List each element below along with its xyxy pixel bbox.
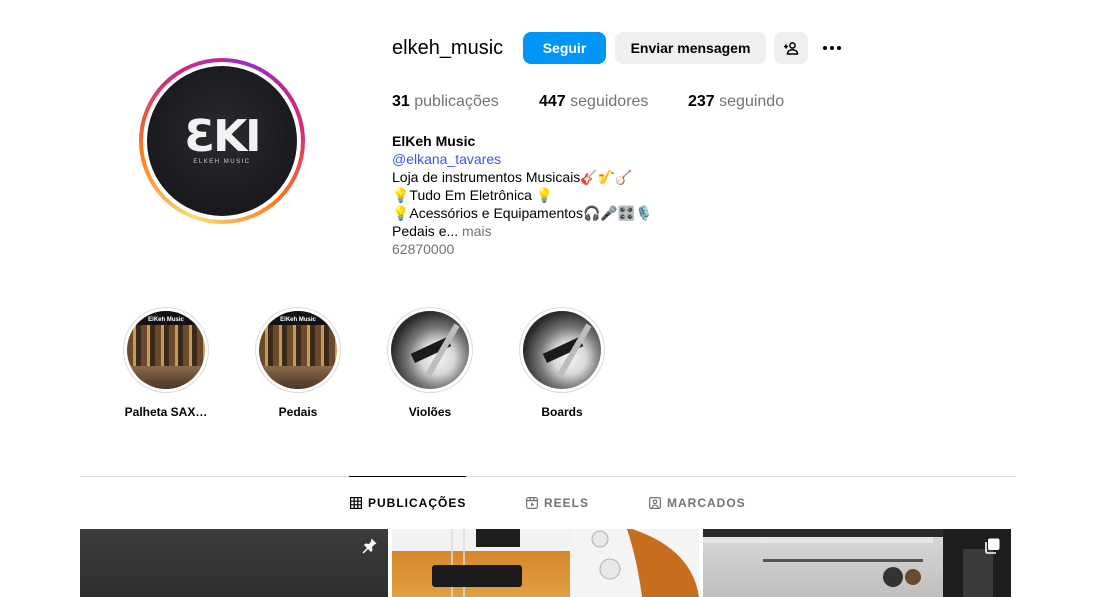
profile-username: elkeh_music — [392, 37, 504, 59]
followers-count: 447 — [539, 93, 566, 110]
profile-avatar-ring[interactable]: ƐKI ELKEH MUSIC — [139, 58, 305, 224]
post-thumbnail[interactable] — [703, 529, 1011, 597]
highlight-item[interactable]: ElKeh Music Palheta SAX… — [106, 307, 226, 419]
bio-name: ElKeh Music — [392, 133, 476, 149]
highlight-item[interactable]: Violões — [370, 307, 490, 419]
pin-icon — [362, 538, 377, 554]
highlight-store-sign: ElKeh Music — [148, 317, 184, 323]
suggested-users-button[interactable] — [774, 32, 808, 64]
highlight-ring — [387, 307, 473, 393]
more-options-icon[interactable] — [820, 38, 844, 58]
posts-stat: 31 publicações — [392, 93, 499, 111]
posts-count: 31 — [392, 93, 410, 110]
highlight-ring: ElKeh Music — [255, 307, 341, 393]
bass-guitar-photo — [392, 529, 699, 597]
avatar-gap: ƐKI ELKEH MUSIC — [143, 62, 301, 220]
avatar: ƐKI ELKEH MUSIC — [147, 66, 297, 216]
highlight-label: Palheta SAX… — [124, 405, 208, 419]
tab-label: MARCADOS — [667, 496, 746, 510]
posts-label: publicações — [414, 93, 499, 110]
profile-bio: ElKeh Music @elkana_tavares Loja de inst… — [392, 132, 653, 258]
add-user-icon — [784, 42, 799, 55]
follow-button[interactable]: Seguir — [523, 32, 606, 64]
send-message-button[interactable]: Enviar mensagem — [615, 32, 766, 64]
post-thumbnail[interactable] — [80, 529, 388, 597]
bio-line: 💡Acessórios e Equipamentos🎧🎤🎛️🎙️ — [392, 205, 653, 221]
highlight-ring: ElKeh Music — [123, 307, 209, 393]
bio-line: Loja de instrumentos Musicais🎸🎷🪕 — [392, 169, 633, 185]
tabs-divider — [80, 476, 1015, 477]
tab-label: PUBLICAÇÕES — [368, 496, 467, 510]
active-tab-indicator — [349, 476, 466, 477]
highlight-ring — [519, 307, 605, 393]
tab-label: REELS — [544, 496, 590, 510]
highlight-item[interactable]: ElKeh Music Pedais — [238, 307, 358, 419]
tab-reels[interactable]: REELS — [526, 494, 589, 512]
followers-label: seguidores — [570, 93, 649, 110]
grid-icon — [350, 497, 362, 509]
highlight-image: ElKeh Music — [127, 311, 205, 389]
bio-mention-link[interactable]: @elkana_tavares — [392, 150, 653, 168]
bio-line: Pedais e... mais — [392, 222, 653, 240]
reels-icon — [526, 497, 538, 509]
bio-line: 💡Tudo Em Eletrônica 💡 — [392, 187, 554, 203]
bio-truncated-text: Pedais e... — [392, 223, 459, 239]
highlight-image: ElKeh Music — [259, 311, 337, 389]
tab-marcados[interactable]: MARCADOS — [649, 494, 746, 512]
avatar-logo: ƐKI — [184, 111, 261, 162]
highlight-store-sign: ElKeh Music — [280, 317, 316, 323]
highlight-item[interactable]: Boards — [502, 307, 622, 419]
following-label: seguindo — [719, 93, 785, 110]
highlight-label: Violões — [408, 405, 452, 419]
highlight-image — [523, 311, 601, 389]
highlight-label: Boards — [541, 405, 583, 419]
post-thumbnail[interactable] — [392, 529, 699, 597]
tab-publicacoes[interactable]: PUBLICAÇÕES — [350, 494, 466, 512]
carousel-icon — [985, 538, 1000, 554]
highlight-label: Pedais — [278, 405, 318, 419]
highlight-image — [391, 311, 469, 389]
following-count: 237 — [688, 93, 715, 110]
tagged-icon — [649, 497, 661, 509]
followers-stat[interactable]: 447 seguidores — [539, 93, 648, 111]
bio-more-link[interactable]: mais — [462, 223, 492, 239]
bio-phone: 62870000 — [392, 241, 455, 257]
following-stat[interactable]: 237 seguindo — [688, 93, 784, 111]
shelf-photo — [703, 529, 1011, 597]
